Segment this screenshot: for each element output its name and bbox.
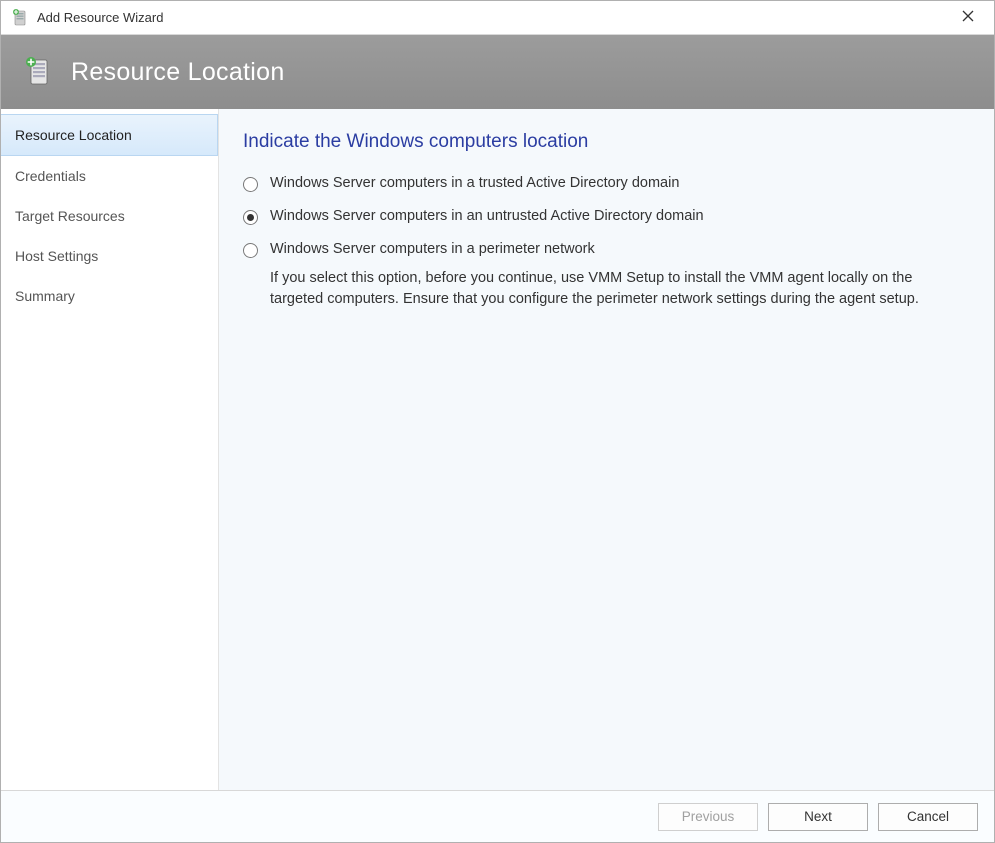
wizard-footer: Previous Next Cancel <box>1 790 994 842</box>
close-button[interactable] <box>950 4 986 32</box>
radio-label: Windows Server computers in a perimeter … <box>270 241 595 257</box>
close-icon <box>962 9 974 26</box>
wizard-sidebar: Resource Location Credentials Target Res… <box>1 109 219 790</box>
sidebar-step-label: Host Settings <box>15 248 98 264</box>
window-title: Add Resource Wizard <box>37 10 950 25</box>
previous-button: Previous <box>658 803 758 831</box>
next-button[interactable]: Next <box>768 803 868 831</box>
sidebar-step-host-settings[interactable]: Host Settings <box>1 236 218 276</box>
sidebar-step-label: Summary <box>15 288 75 304</box>
radio-icon <box>243 210 258 225</box>
radio-label: Windows Server computers in an untrusted… <box>270 208 704 224</box>
sidebar-step-label: Target Resources <box>15 208 125 224</box>
sidebar-step-summary[interactable]: Summary <box>1 276 218 316</box>
sidebar-step-target-resources[interactable]: Target Resources <box>1 196 218 236</box>
radio-icon <box>243 243 258 258</box>
radio-option-trusted-domain[interactable]: Windows Server computers in a trusted Ac… <box>243 175 966 192</box>
radio-icon <box>243 177 258 192</box>
radio-option-perimeter-network[interactable]: Windows Server computers in a perimeter … <box>243 241 966 258</box>
sidebar-step-resource-location[interactable]: Resource Location <box>1 114 218 156</box>
titlebar: Add Resource Wizard <box>1 1 994 35</box>
sidebar-step-label: Credentials <box>15 168 86 184</box>
perimeter-hint-text: If you select this option, before you co… <box>270 268 966 310</box>
sidebar-step-credentials[interactable]: Credentials <box>1 156 218 196</box>
header-banner: Resource Location <box>1 35 994 109</box>
cancel-button[interactable]: Cancel <box>878 803 978 831</box>
wizard-app-icon <box>11 9 29 27</box>
radio-label: Windows Server computers in a trusted Ac… <box>270 175 679 191</box>
banner-title: Resource Location <box>71 58 285 87</box>
content-heading: Indicate the Windows computers location <box>243 131 966 153</box>
sidebar-step-label: Resource Location <box>15 127 132 143</box>
radio-option-untrusted-domain[interactable]: Windows Server computers in an untrusted… <box>243 208 966 225</box>
resource-server-icon <box>23 57 53 87</box>
wizard-content: Indicate the Windows computers location … <box>219 109 994 790</box>
wizard-body: Resource Location Credentials Target Res… <box>1 109 994 790</box>
